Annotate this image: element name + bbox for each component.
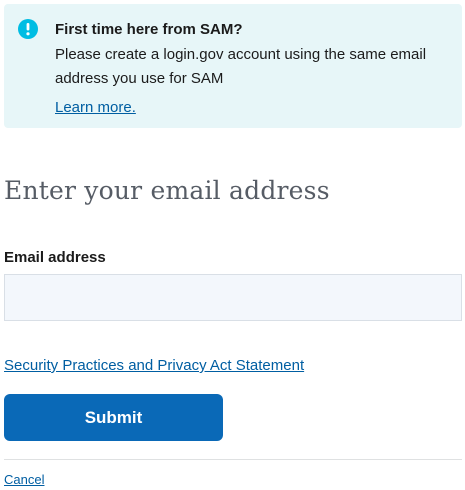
- info-circle-icon: [18, 19, 38, 39]
- page-title: Enter your email address: [4, 176, 330, 205]
- alert-text: Please create a login.gov account using …: [55, 46, 427, 87]
- info-alert: First time here from SAM? Please create …: [4, 4, 462, 128]
- alert-title: First time here from SAM?: [55, 21, 243, 38]
- learn-more-link[interactable]: Learn more.: [55, 99, 136, 116]
- email-field[interactable]: [4, 274, 462, 321]
- divider: [4, 459, 462, 460]
- cancel-link[interactable]: Cancel: [4, 472, 44, 487]
- privacy-statement-link[interactable]: Security Practices and Privacy Act State…: [4, 357, 304, 374]
- email-label: Email address: [4, 249, 106, 266]
- submit-button[interactable]: Submit: [4, 394, 223, 441]
